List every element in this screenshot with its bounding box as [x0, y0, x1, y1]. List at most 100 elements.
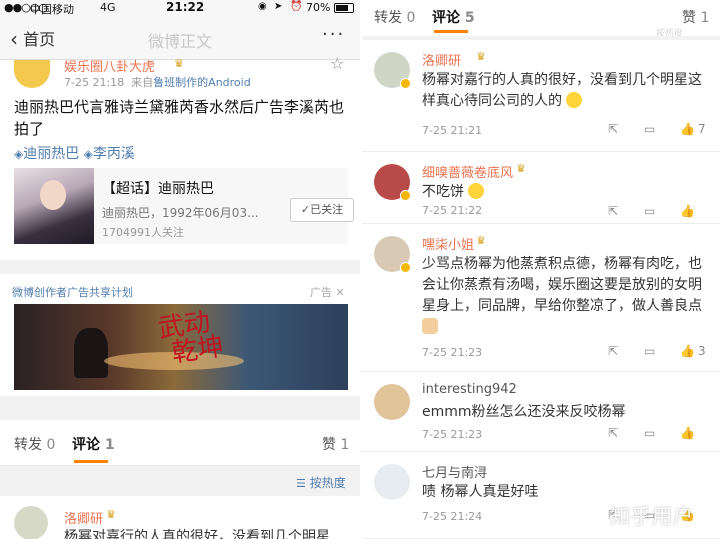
commenter-avatar[interactable] — [14, 506, 48, 539]
commenter-name[interactable]: interesting942 — [422, 382, 517, 397]
comment-time: 7-25 21:23 — [422, 428, 483, 441]
more-button[interactable]: ··· — [322, 24, 345, 45]
tag-link[interactable]: 迪丽热巴 — [23, 146, 79, 162]
comment-text-content: 杨幂对嘉行的人真的很好，没看到几个明星这样真心待同公司的人的 — [422, 72, 702, 109]
share-icon[interactable]: ⇱ — [608, 426, 618, 440]
verified-badge-icon — [400, 78, 411, 89]
like-button[interactable]: 👍 7 — [680, 122, 706, 136]
tab-count: 1 — [700, 10, 710, 26]
status-bar: ●●○○○ 中国移动 4G 21:22 ◉ ➤ ⏰ 70% — [0, 0, 360, 16]
nav-bar: ‹ 首页 微博正文 ··· — [0, 16, 360, 60]
tab-repost[interactable]: 转发 0 — [14, 434, 55, 454]
comment-text-content: 不吃饼 — [422, 184, 464, 200]
vip-crown-icon: ♛ — [106, 508, 116, 521]
sort-by-hot-button[interactable]: ☰ 按热度 — [296, 474, 346, 491]
favorite-star-icon[interactable]: ☆ — [330, 54, 344, 73]
commenter-name[interactable]: 洛卿研 — [422, 50, 461, 69]
active-tab-indicator — [434, 30, 468, 33]
banner-logo: 武动 乾坤 — [156, 307, 225, 368]
tab-count: 1 — [104, 437, 115, 453]
comment-text-content: 啧 杨幂人真是好哇 — [422, 484, 539, 500]
carrier-label: 中国移动 — [30, 3, 74, 16]
supertopic-card[interactable]: 【超话】迪丽热巴 迪丽热巴，1992年06月03... 1704991人关注 ✓… — [14, 168, 354, 244]
comment-text: 少骂点杨幂为他蒸煮积点德，杨幂有肉吃，也会让你蒸煮有汤喝，娱乐圈这要是放别的女明… — [422, 254, 712, 338]
left-tab-bar: 转发 0 评论 1 赞 1 — [0, 420, 360, 466]
post-tags: ◈迪丽热巴 ◈李丙溪 — [14, 143, 135, 163]
source-prefix: 来自 — [131, 76, 154, 89]
supertopic-thumbnail — [14, 168, 94, 244]
commenter-name[interactable]: 嘿柒小姐 — [422, 234, 474, 253]
like-button[interactable]: 👍 — [680, 204, 698, 218]
tab-label: 评论 — [432, 10, 460, 26]
verified-badge-icon — [400, 190, 411, 201]
comment-time: 7-25 21:24 — [422, 510, 483, 523]
battery-percent: 70% — [306, 1, 331, 14]
author-avatar[interactable] — [14, 60, 50, 88]
like-count: 7 — [697, 122, 706, 136]
location-icon: ◉ — [258, 1, 267, 12]
comment-text: 不吃饼 — [422, 182, 712, 203]
comment-text: emmm粉丝怎么还没来反咬杨幂 — [422, 402, 712, 423]
tab-like[interactable]: 赞 1 — [322, 434, 349, 454]
reply-icon[interactable]: ▭ — [644, 344, 655, 358]
weibo-post: 娱乐圈八卦大虎 ♛ ☆ 7-25 21:18 来自鲁班制作的Android 迪丽… — [0, 54, 360, 260]
post-source[interactable]: 鲁班制作的Android — [153, 76, 251, 89]
watermark: 知乎用户 — [610, 504, 694, 528]
close-icon[interactable]: ✕ — [336, 286, 345, 299]
author-name[interactable]: 娱乐圈八卦大虎 — [64, 56, 155, 75]
comment-text: 杨幂对嘉行的人真的很好，没看到几个明星 — [64, 529, 330, 539]
left-comment: 洛卿研 ♛ 杨幂对嘉行的人真的很好，没看到几个明星 — [0, 496, 360, 539]
reply-icon[interactable]: ▭ — [644, 204, 655, 218]
like-count: 3 — [697, 344, 706, 358]
reply-icon[interactable]: ▭ — [644, 426, 655, 440]
tab-count: 1 — [340, 437, 350, 453]
page-title: 微博正文 — [147, 32, 212, 51]
tab-count: 5 — [464, 10, 475, 26]
tab-label: 转发 — [374, 10, 402, 26]
comment-item: interesting942 emmm粉丝怎么还没来反咬杨幂 7-25 21:23 ⇱… — [362, 372, 720, 452]
left-screenshot: ●●○○○ 中国移动 4G 21:22 ◉ ➤ ⏰ 70% ‹ 首页 微博正文 … — [0, 0, 360, 539]
commenter-name[interactable]: 七月与南浔 — [422, 462, 487, 481]
commenter-avatar[interactable] — [374, 384, 410, 420]
vip-crown-icon: ♛ — [174, 57, 184, 70]
ad-tag[interactable]: 广告 ✕ — [310, 284, 345, 300]
clock-label: 21:22 — [166, 0, 205, 14]
like-button[interactable]: 👍 — [680, 426, 698, 440]
sort-icon: ☰ — [296, 477, 306, 490]
comment-time: 7-25 21:21 — [422, 124, 483, 137]
commenter-avatar[interactable] — [374, 464, 410, 500]
followed-button[interactable]: ✓已关注 — [290, 198, 354, 222]
like-button[interactable]: 👍 3 — [680, 344, 706, 358]
tab-label: 赞 — [322, 437, 336, 453]
post-time: 7-25 21:18 — [64, 76, 125, 89]
vip-crown-icon: ♛ — [476, 50, 486, 63]
commenter-name[interactable]: 细嗅蔷薇卷底风 — [422, 162, 513, 181]
supertopic-subtitle: 迪丽热巴，1992年06月03... — [102, 206, 259, 220]
tab-label: 赞 — [682, 10, 696, 26]
comment-text-content: emmm粉丝怎么还没来反咬杨幂 — [422, 404, 626, 420]
comment-item: 细嗅蔷薇卷底风 ♛ 不吃饼 7-25 21:22 ⇱ ▭ 👍 — [362, 152, 720, 224]
tab-repost[interactable]: 转发 0 — [374, 7, 415, 27]
tab-count: 0 — [46, 437, 56, 453]
vip-crown-icon: ♛ — [476, 234, 486, 247]
post-meta: 7-25 21:18 来自鲁班制作的Android — [64, 74, 251, 90]
topic-icon: ◈ — [83, 147, 93, 161]
sort-label: 按热度 — [309, 476, 346, 490]
tab-comment[interactable]: 评论 1 — [72, 434, 115, 454]
tab-label: 评论 — [72, 437, 100, 453]
topic-icon: ◈ — [14, 147, 24, 161]
tab-like[interactable]: 赞 1 — [682, 7, 709, 27]
reply-icon[interactable]: ▭ — [644, 122, 655, 136]
tag-link[interactable]: 李丙溪 — [93, 146, 135, 162]
ad-title[interactable]: 微博创作者广告共享计划 — [12, 284, 133, 300]
commenter-name[interactable]: 洛卿研 — [64, 508, 103, 527]
share-icon[interactable]: ⇱ — [608, 122, 618, 136]
ad-label: 广告 — [310, 286, 332, 299]
tab-count: 0 — [406, 10, 416, 26]
post-text: 迪丽热巴代言雅诗兰黛雅芮香水然后广告李溪芮也拍了 — [14, 98, 345, 138]
ad-banner[interactable]: 武动 乾坤 — [14, 304, 348, 390]
emoji-face-icon — [468, 183, 485, 199]
share-icon[interactable]: ⇱ — [608, 344, 618, 358]
share-icon[interactable]: ⇱ — [608, 204, 618, 218]
tab-comment[interactable]: 评论 5 — [432, 7, 475, 27]
